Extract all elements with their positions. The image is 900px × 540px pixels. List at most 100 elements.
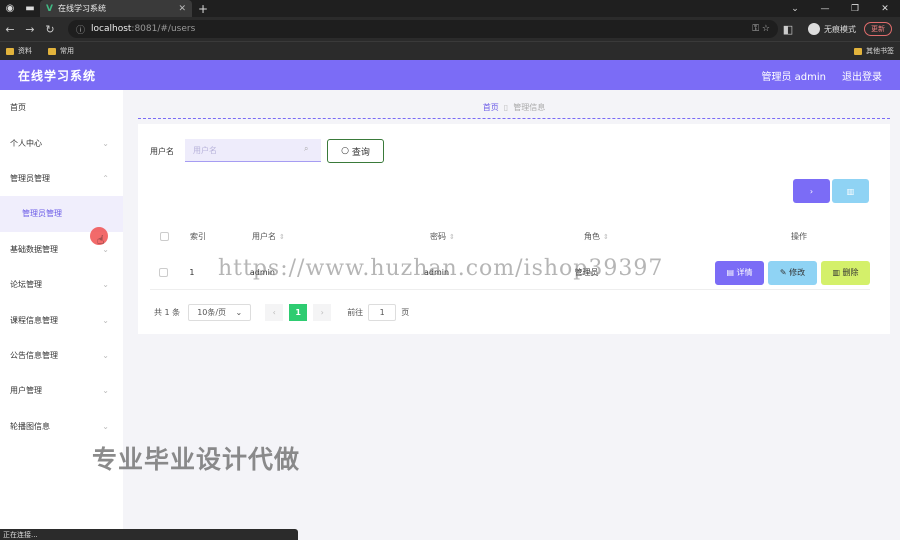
bookmark-folder[interactable]: 常用 [48, 46, 74, 56]
sidebar-item-label: 公告信息管理 [10, 350, 58, 360]
add-button[interactable]: › [793, 179, 830, 203]
current-user-label: 管理员 admin [761, 71, 826, 83]
incognito-label: 无痕模式 [824, 24, 856, 34]
new-tab-icon[interactable]: + [198, 2, 208, 16]
sidebar-item-label: 论坛管理 [10, 280, 42, 290]
select-all-checkbox[interactable] [159, 231, 169, 241]
site-info-icon[interactable]: ⓘ [76, 23, 85, 36]
sidebar-item-forum[interactable]: 论坛管理 ⌄ [0, 267, 123, 302]
bookmarks-bar: 资料 常用 其他书签 [0, 41, 900, 60]
header-role[interactable]: 角色 ⇕ [568, 231, 728, 242]
search-icon: ○ [341, 146, 349, 156]
delete-button[interactable]: ▥ 删除 [821, 260, 870, 285]
chevron-down-icon: ⌄ [235, 308, 243, 317]
window-controls: ⌄ — ❐ ✕ [780, 0, 900, 17]
sidebar-item-label: 个人中心 [10, 138, 42, 148]
sidebar-item-label: 用户管理 [10, 386, 42, 396]
edit-button-label: 修改 [789, 268, 806, 277]
search-input[interactable] [185, 139, 321, 162]
sidebar-item-label: 管理员管理 [10, 173, 50, 183]
minimize-icon[interactable]: — [810, 0, 840, 17]
document-icon: ▤ [726, 268, 737, 277]
sidebar-item-label: 管理员管理 [22, 209, 62, 219]
app-header: 在线学习系统 管理员 admin 退出登录 [0, 60, 900, 90]
header-index: 索引 [190, 231, 206, 241]
logout-link[interactable]: 退出登录 [842, 68, 882, 83]
vue-logo-icon: V [46, 3, 53, 14]
detail-button-label: 详情 [736, 268, 753, 277]
sidebar-item-label: 首页 [10, 103, 26, 113]
batch-delete-button[interactable]: ▥ [832, 179, 869, 203]
sidebar-item-announcement[interactable]: 公告信息管理 ⌄ [0, 338, 123, 373]
edit-button[interactable]: ✎ 修改 [768, 260, 817, 285]
other-bookmarks[interactable]: 其他书签 [854, 46, 894, 56]
chevron-down-icon: ⌄ [102, 315, 109, 325]
sidebar-item-label: 基础数据管理 [10, 244, 58, 254]
breadcrumb-home[interactable]: 首页 [483, 102, 499, 113]
page-size-select[interactable]: 10条/页 ⌄ [188, 304, 252, 321]
browser-tab-bar: ◉ ▬ V 在线学习系统 ✕ + ⌄ — ❐ ✕ [0, 0, 900, 17]
incognito-avatar-icon [808, 23, 820, 35]
pagination: 共 1 条 10条/页 ⌄ ‹ 1 › 前往 1 页 [154, 304, 409, 321]
sidebar-item-personal-center[interactable]: 个人中心 ⌄ [0, 125, 123, 160]
sidebar-item-carousel[interactable]: 轮播图信息 ⌄ [0, 409, 123, 444]
hand-cursor-icon: ☝ [97, 233, 105, 247]
bookmark-label: 常用 [60, 47, 74, 55]
close-window-icon[interactable]: ✕ [870, 0, 900, 17]
key-icon[interactable]: ⚿ ☆ [752, 24, 770, 34]
breadcrumb: 首页 ▯ 管理信息 [138, 98, 890, 116]
restore-icon[interactable]: ❐ [840, 0, 870, 17]
incognito-indicator[interactable]: 无痕模式 [808, 23, 856, 35]
forward-icon[interactable]: → [20, 23, 40, 36]
main-panel: 用户名 ⌕ ○ 查询 › ▥ 索引 用户名⇕ 密码⇕ 角色⇕ 操作 1 admi… [138, 124, 890, 334]
tab-close-icon[interactable]: ✕ [178, 4, 186, 14]
bookmark-folder[interactable]: 资料 [6, 46, 32, 56]
header-username[interactable]: 用户名 ⇕ [248, 231, 410, 242]
prev-page-button[interactable]: ‹ [265, 304, 284, 321]
back-icon[interactable]: ← [0, 23, 20, 36]
chevron-down-icon[interactable]: ⌄ [780, 0, 810, 17]
reload-icon[interactable]: ↻ [40, 23, 60, 36]
browser-toolbar: ← → ↻ ⓘ localhost :8081/#/users ⚿ ☆ ◧ 无痕… [0, 17, 900, 41]
url-path: :8081/#/users [131, 24, 196, 34]
tab-search-icon[interactable]: ▬ [20, 0, 40, 17]
page-unit-label: 页 [401, 308, 410, 317]
row-checkbox[interactable] [159, 268, 169, 277]
detail-button[interactable]: ▤ 详情 [715, 260, 764, 285]
other-bookmarks-label: 其他书签 [866, 47, 894, 55]
plus-icon: › [809, 186, 814, 196]
delete-button-label: 删除 [842, 268, 859, 277]
sidebar-item-admin-management[interactable]: 管理员管理 ⌃ [0, 161, 123, 196]
divider [138, 118, 890, 119]
header-password[interactable]: 密码 ⇕ [410, 231, 568, 242]
sidebar-subitem-admin-management[interactable]: 管理员管理 [0, 196, 123, 232]
header-actions: 操作 [791, 231, 807, 241]
browser-profile-icon[interactable]: ◉ [0, 0, 20, 17]
chevron-down-icon: ⌄ [102, 350, 109, 360]
sidebar-item-label: 课程信息管理 [10, 315, 58, 325]
goto-page-input[interactable]: 1 [368, 304, 397, 321]
sidebar-item-course-info[interactable]: 课程信息管理 ⌄ [0, 302, 123, 337]
sort-icon[interactable]: ⇕ [603, 233, 609, 241]
header-password-label: 密码 [430, 231, 446, 241]
chevron-down-icon: ⌄ [102, 386, 109, 396]
current-page-button[interactable]: 1 [289, 304, 308, 321]
bookmark-label: 资料 [18, 47, 32, 55]
query-button[interactable]: ○ 查询 [327, 139, 384, 163]
chevron-down-icon: ⌄ [102, 138, 109, 148]
pencil-icon: ✎ [779, 268, 790, 277]
update-button[interactable]: 更新 [864, 22, 892, 36]
sidebar-toggle-icon[interactable]: ◧ [778, 23, 798, 36]
address-bar[interactable]: ⓘ localhost :8081/#/users ⚿ ☆ [68, 20, 778, 38]
sidebar-item-home[interactable]: 首页 [0, 90, 123, 125]
search-icon: ⌕ [304, 144, 309, 153]
pagination-total: 共 1 条 [154, 308, 181, 317]
sidebar-item-users[interactable]: 用户管理 ⌄ [0, 373, 123, 408]
sort-icon[interactable]: ⇕ [449, 233, 455, 241]
chevron-down-icon: ⌄ [102, 421, 109, 431]
tab-title: 在线学习系统 [57, 4, 106, 13]
chevron-up-icon: ⌃ [102, 173, 109, 183]
sort-icon[interactable]: ⇕ [279, 233, 285, 241]
next-page-button[interactable]: › [313, 304, 332, 321]
browser-tab[interactable]: V 在线学习系统 ✕ [40, 0, 192, 17]
